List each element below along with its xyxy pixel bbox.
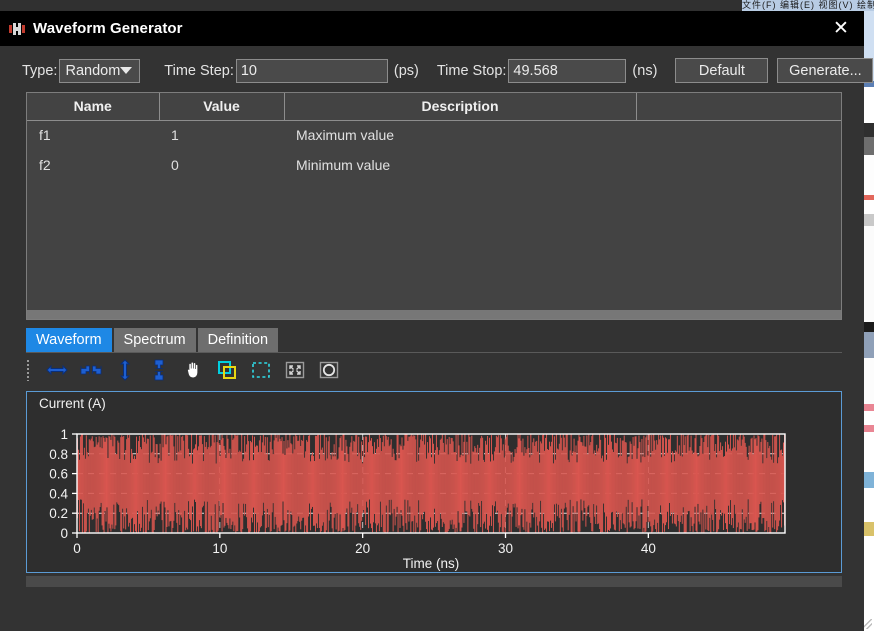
bg-slice <box>864 87 874 123</box>
tab-waveform[interactable]: Waveform <box>26 328 112 353</box>
column-header-blank[interactable] <box>636 93 841 121</box>
chart-horizontal-scrollbar[interactable] <box>26 576 842 587</box>
bg-slice <box>864 358 874 404</box>
bg-slice <box>864 522 874 536</box>
bg-slice <box>864 155 874 195</box>
bg-slice <box>864 322 874 332</box>
column-header-value[interactable]: Value <box>159 93 285 121</box>
zoom-out-vertical-icon[interactable] <box>108 357 142 383</box>
cell-name: f1 <box>39 127 51 144</box>
type-label: Type: <box>22 62 58 79</box>
toolbar-drag-handle[interactable] <box>26 359 31 381</box>
svg-text:10: 10 <box>212 541 227 556</box>
svg-text:0.8: 0.8 <box>49 447 68 462</box>
type-select-value: Random <box>65 62 121 79</box>
svg-text:0: 0 <box>60 526 68 541</box>
column-header-name[interactable]: Name <box>27 93 160 121</box>
parameters-toolbar: Type: Random Time Step: (ps) Time Stop: … <box>0 46 874 92</box>
parameter-table: Name Value Description f1 1 Maximum valu… <box>26 92 842 320</box>
fit-to-window-icon[interactable] <box>278 357 312 383</box>
cell-description: Maximum value <box>296 127 395 144</box>
bg-slice <box>864 404 874 411</box>
svg-text:0.2: 0.2 <box>49 506 68 521</box>
zoom-in-vertical-icon[interactable] <box>142 357 176 383</box>
table-row[interactable]: f2 0 Minimum value <box>27 150 841 180</box>
window-title: Waveform Generator <box>33 20 183 37</box>
waveform-generator-icon <box>9 22 25 35</box>
time-stop-input[interactable] <box>508 58 627 83</box>
bg-slice <box>864 425 874 432</box>
svg-text:30: 30 <box>498 541 513 556</box>
bg-slice <box>864 432 874 472</box>
time-step-unit: (ps) <box>393 62 419 79</box>
cell-description: Minimum value <box>296 157 391 173</box>
default-button[interactable]: Default <box>675 58 769 83</box>
type-select[interactable]: Random <box>59 58 141 83</box>
bg-slice <box>864 200 874 214</box>
rectangle-select-icon[interactable] <box>244 357 278 383</box>
time-step-input[interactable] <box>235 58 388 83</box>
view-tabs: Waveform Spectrum Definition <box>26 328 864 353</box>
table-row[interactable]: f1 1 Maximum value <box>27 120 841 150</box>
close-button[interactable]: ✕ <box>818 11 864 46</box>
svg-text:40: 40 <box>641 541 656 556</box>
svg-text:0: 0 <box>73 541 81 556</box>
svg-text:20: 20 <box>355 541 370 556</box>
title-bar: Waveform Generator ✕ <box>0 11 864 46</box>
cell-blank <box>636 120 841 150</box>
background-right-strip <box>864 11 874 631</box>
cell-value[interactable]: 1 <box>159 120 284 150</box>
cell-blank <box>636 150 841 180</box>
pan-hand-icon[interactable] <box>176 357 210 383</box>
bg-slice <box>864 137 874 155</box>
column-header-description[interactable]: Description <box>284 93 637 121</box>
bg-slice <box>864 536 874 631</box>
bg-slice <box>864 332 874 358</box>
background-menubar: 文件(F) 编辑(E) 视图(V) 绘制 仿真 <box>742 0 874 11</box>
overlay-windows-icon[interactable] <box>210 357 244 383</box>
chart-toolbar <box>26 355 864 385</box>
time-stop-label: Time Stop: <box>436 62 507 79</box>
table-header-row: Name Value Description <box>27 93 841 121</box>
svg-text:0.6: 0.6 <box>49 467 68 482</box>
svg-text:0.4: 0.4 <box>49 486 68 501</box>
waveform-chart-panel[interactable]: Current (A) 0 0.2 0.4 0.6 0.8 1 0 10 20 30 40 Time … <box>26 391 842 573</box>
generate-button[interactable]: Generate... <box>777 58 874 83</box>
time-stop-unit: (ns) <box>632 62 658 79</box>
waveform-generator-dialog: Waveform Generator ✕ Type: Random Time S… <box>0 11 874 631</box>
chevron-down-icon <box>120 67 133 74</box>
table-horizontal-scrollbar[interactable] <box>27 310 841 319</box>
svg-text:Time (ns): Time (ns) <box>403 556 460 571</box>
tab-spectrum[interactable]: Spectrum <box>113 328 196 353</box>
svg-text:1: 1 <box>60 427 68 442</box>
bg-slice <box>864 214 874 226</box>
tab-definition[interactable]: Definition <box>197 328 279 353</box>
bg-slice <box>864 226 874 322</box>
bg-slice <box>864 411 874 425</box>
bg-slice <box>864 488 874 522</box>
bg-slice <box>864 472 874 488</box>
cell-name: f2 <box>39 157 51 173</box>
waveform-plot[interactable]: 00.20.40.60.810 10 20 30 40Time (ns) <box>27 392 841 574</box>
zoom-region-icon[interactable] <box>312 357 346 383</box>
zoom-out-horizontal-icon[interactable] <box>40 357 74 383</box>
time-step-label: Time Step: <box>164 62 234 79</box>
zoom-in-horizontal-icon[interactable] <box>74 357 108 383</box>
bg-slice <box>864 123 874 137</box>
tabs-underline <box>26 352 842 353</box>
cell-value[interactable]: 0 <box>159 150 284 180</box>
